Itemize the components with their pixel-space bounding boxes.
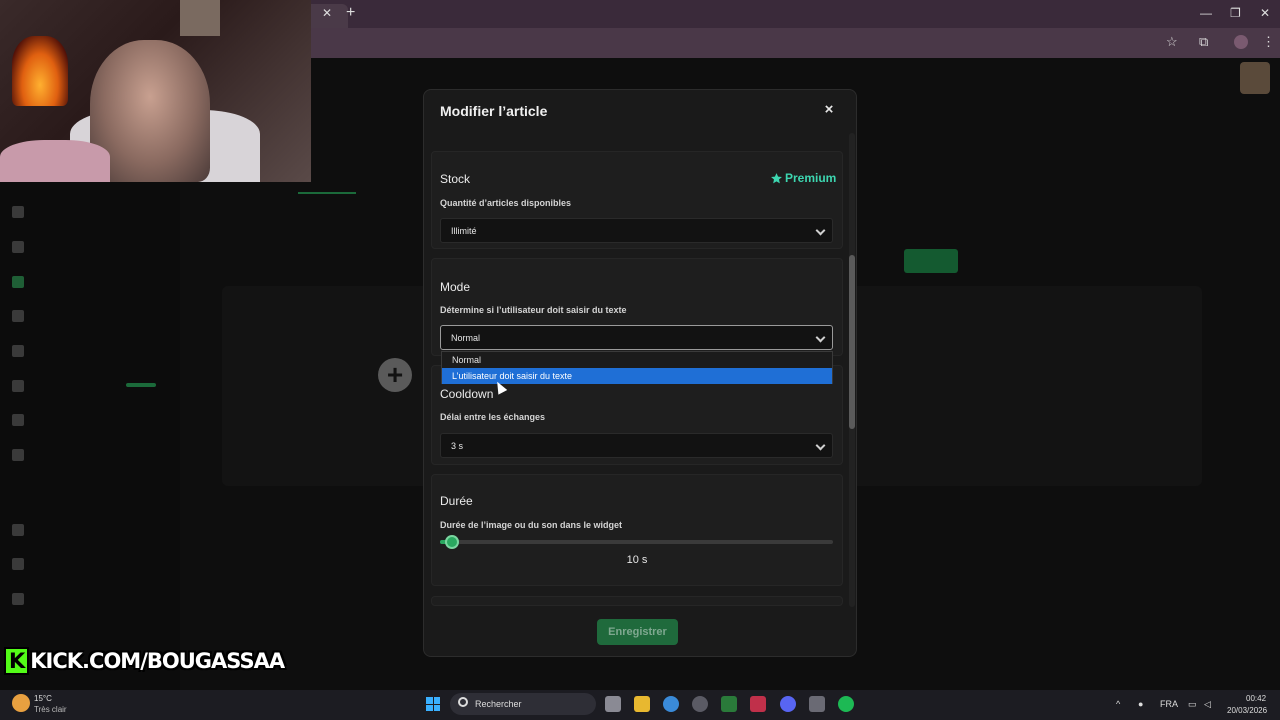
sidebar-icon [12, 593, 24, 605]
stock-title: Stock [440, 172, 471, 186]
modal-title: Modifier l’article [440, 103, 548, 119]
duree-value: 10 s [626, 554, 648, 566]
avatar [1240, 62, 1270, 94]
sidebar-item-6 [12, 380, 24, 392]
tab-close-icon[interactable]: ✕ [322, 6, 332, 20]
chevron-down-icon [815, 225, 826, 236]
media-app-icon[interactable] [721, 696, 737, 712]
sidebar-item-active [12, 276, 24, 288]
close-icon[interactable]: × [821, 101, 837, 119]
sidebar-icon [12, 449, 24, 461]
star-icon [771, 172, 782, 183]
webcam-overlay [0, 0, 311, 182]
adobe-app-icon[interactable] [750, 696, 766, 712]
sidebar-item-5 [12, 345, 24, 357]
sidebar-icon [12, 558, 24, 570]
kick-logo: K [4, 647, 30, 675]
cooldown-select-value: 3 s [451, 441, 464, 451]
chevron-down-icon [815, 332, 826, 343]
spotify-icon[interactable] [838, 696, 854, 712]
tray-chevron-up-icon[interactable]: ^ [1116, 699, 1120, 709]
weather-description: Très clair [34, 705, 67, 714]
task-view-icon[interactable] [605, 696, 621, 712]
sidebar-item-1 [12, 206, 24, 218]
fireplace-image [12, 36, 68, 106]
volume-icon[interactable]: ◁ [1204, 699, 1211, 710]
extensions-icon[interactable]: ⧉ [1199, 34, 1208, 50]
minimize-icon[interactable]: — [1200, 6, 1212, 20]
add-item-icon: + [378, 358, 412, 392]
obs-icon[interactable] [692, 696, 708, 712]
sidebar-icon [12, 524, 24, 536]
chrome-icon[interactable] [663, 696, 679, 712]
mode-select[interactable]: Normal [440, 325, 833, 350]
clock-date[interactable]: 20/03/2026 [1227, 706, 1267, 715]
clock-time[interactable]: 00:42 [1246, 694, 1266, 703]
modal-scrollbar-thumb[interactable] [849, 255, 855, 429]
weather-icon[interactable] [12, 694, 30, 712]
sidebar-progress [126, 383, 156, 387]
microphone-icon[interactable]: ● [1138, 699, 1143, 709]
wall-light-image [180, 0, 220, 36]
copy-button [904, 249, 958, 273]
file-explorer-icon[interactable] [634, 696, 650, 712]
weather-temperature: 15°C [34, 694, 52, 703]
sidebar-icon [12, 345, 24, 357]
cooldown-title: Cooldown [440, 387, 494, 401]
sidebar-item-9 [12, 524, 24, 536]
sidebar-item-8 [12, 449, 24, 461]
premium-label: Premium [785, 171, 837, 185]
stock-select[interactable]: Illimité [440, 218, 833, 243]
mode-subtitle: Détermine si l’utilisateur doit saisir d… [440, 305, 627, 315]
taskbar-search-placeholder: Rechercher [475, 699, 522, 709]
sidebar-item-4 [12, 310, 24, 322]
windows-start-icon[interactable] [426, 697, 440, 711]
duree-slider-track[interactable] [440, 540, 833, 544]
restore-icon[interactable]: ❐ [1230, 6, 1241, 20]
next-section-edge [431, 596, 843, 606]
sidebar-item-10 [12, 558, 24, 570]
sidebar-icon [12, 380, 24, 392]
sidebar-icon [12, 206, 24, 218]
stock-subtitle: Quantité d’articles disponibles [440, 198, 572, 208]
mode-option-normal[interactable]: Normal [442, 352, 832, 368]
chevron-down-icon [815, 440, 826, 451]
menu-icon[interactable]: ⋮ [1262, 34, 1275, 50]
kick-url: KICK.COM/BOUGASSAA [30, 649, 285, 673]
sidebar-icon [12, 310, 24, 322]
stock-select-value: Illimité [451, 226, 477, 236]
discord-icon[interactable] [780, 696, 796, 712]
star-icon[interactable]: ☆ [1166, 34, 1178, 50]
sidebar-icon [12, 276, 24, 288]
duree-title: Durée [440, 494, 473, 508]
new-tab-icon[interactable]: + [346, 4, 355, 22]
duree-section [431, 474, 843, 586]
mode-select-value: Normal [451, 333, 481, 343]
sidebar-icon [12, 414, 24, 426]
duree-slider-thumb[interactable] [444, 535, 459, 549]
pillow-image [0, 140, 110, 182]
profile-icon[interactable] [1234, 35, 1248, 49]
mode-title: Mode [440, 280, 471, 294]
network-icon[interactable]: ▭ [1188, 699, 1197, 710]
sidebar-item-2 [12, 241, 24, 253]
sidebar-item-11 [12, 593, 24, 605]
search-icon [458, 697, 468, 707]
language-indicator[interactable]: FRA [1160, 699, 1178, 709]
premium-badge: Premium [770, 171, 836, 185]
active-tab-underline [298, 192, 356, 194]
sidebar-item-7 [12, 414, 24, 426]
duree-subtitle: Durée de l’image ou du son dans le widge… [440, 520, 623, 530]
sidebar-icon [12, 241, 24, 253]
store-app-icon[interactable] [809, 696, 825, 712]
cooldown-subtitle: Délai entre les échanges [440, 412, 546, 422]
taskbar-search-input[interactable] [450, 693, 596, 715]
save-button[interactable]: Enregistrer [597, 619, 678, 645]
kick-banner: K KICK.COM/BOUGASSAA [4, 647, 285, 675]
close-window-icon[interactable]: ✕ [1260, 6, 1270, 20]
cooldown-select[interactable]: 3 s [440, 433, 833, 458]
